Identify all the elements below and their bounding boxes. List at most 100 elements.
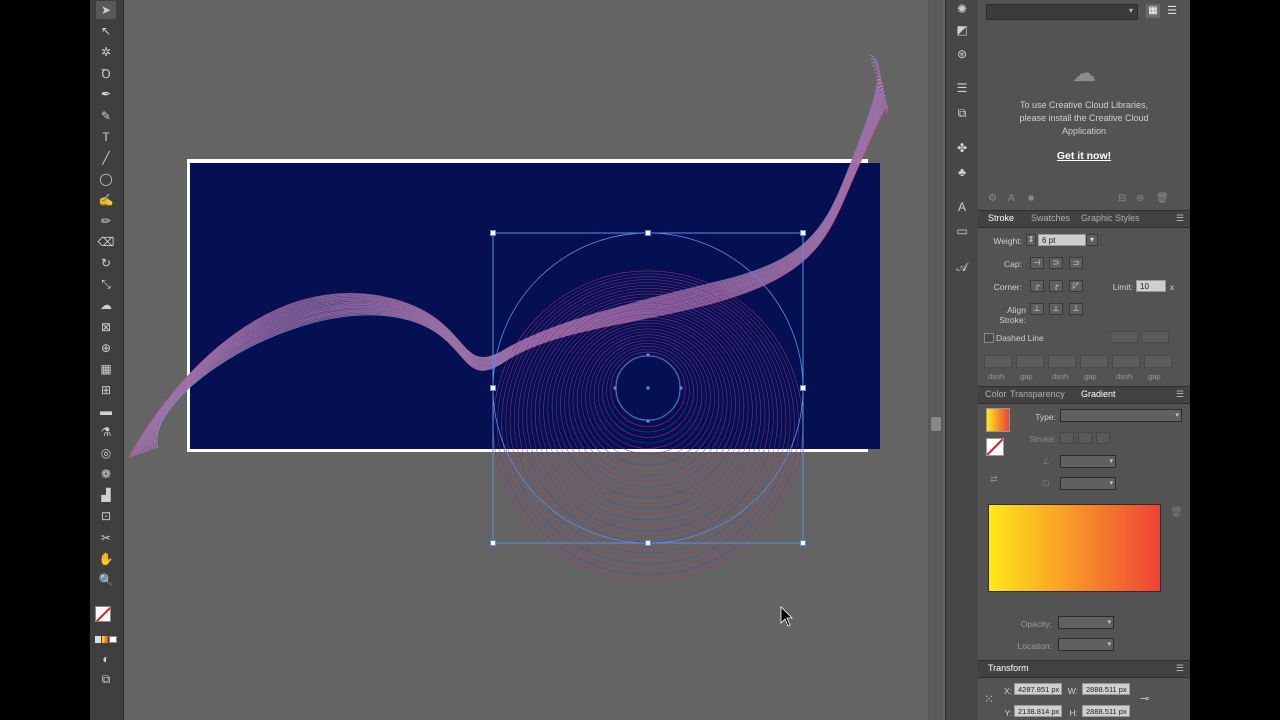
y-input[interactable]: 2138.814 px [1014, 705, 1062, 717]
type-icon[interactable]: A [953, 198, 971, 216]
warp-tool-icon[interactable]: ☁ [96, 296, 116, 314]
eyedropper-tool-icon[interactable]: ⚗ [96, 423, 116, 441]
rotate-tool-icon[interactable]: ↻ [96, 254, 116, 272]
free-transform-tool-icon[interactable]: ⊠ [96, 318, 116, 336]
location-input[interactable]: ▾ [1058, 638, 1114, 651]
shape-builder-tool-icon[interactable]: ⊕ [96, 339, 116, 357]
align-outside-button[interactable]: ⊥ [1069, 303, 1083, 315]
tab-stroke[interactable]: Stroke [988, 213, 1014, 223]
trash-icon[interactable]: 🗑 [1156, 193, 1169, 204]
zoom-tool-icon[interactable]: 🔍 [96, 571, 116, 589]
resize-handle[interactable] [800, 230, 806, 236]
resize-handle[interactable] [490, 230, 496, 236]
bevel-join-button[interactable]: ◸ [1069, 280, 1083, 292]
dash-input[interactable] [1112, 355, 1140, 368]
align-icon[interactable]: ☰ [953, 79, 971, 97]
type-tool-icon[interactable]: T [96, 128, 116, 146]
gradient-type-dropdown[interactable]: ▾ [1060, 409, 1182, 422]
column-graph-tool-icon[interactable]: ▟ [96, 486, 116, 504]
paintbrush-tool-icon[interactable]: ✍ [96, 191, 116, 209]
character-icon[interactable]: 𝒜 [953, 258, 971, 276]
slice-tool-icon[interactable]: ✂ [96, 529, 116, 547]
stroke-none-swatch[interactable] [986, 438, 1004, 456]
tab-swatches[interactable]: Swatches [1031, 213, 1070, 223]
tab-color[interactable]: Color [985, 389, 1007, 399]
tab-graphic-styles[interactable]: Graphic Styles [1081, 213, 1140, 223]
color-guide-icon[interactable]: ✺ [953, 0, 971, 18]
fill-stroke-swatch[interactable] [95, 604, 117, 626]
libraries-dropdown[interactable]: ▾ [986, 4, 1138, 20]
gradient-fill-swatch[interactable] [986, 408, 1010, 432]
butt-cap-button[interactable]: ⊣ [1030, 257, 1044, 269]
preserve-dash-button[interactable] [1110, 331, 1138, 343]
align-dash-button[interactable] [1141, 331, 1169, 343]
weight-dropdown[interactable]: ▾ [1086, 234, 1098, 246]
delete-stop-icon[interactable]: 🗑 [1170, 507, 1183, 518]
artboard-tool-icon[interactable]: ⊡ [96, 507, 116, 525]
appearance-icon[interactable]: ⊛ [953, 45, 971, 63]
round-cap-button[interactable]: ⊃ [1049, 257, 1063, 269]
opacity-input[interactable]: ▾ [1058, 616, 1114, 629]
eraser-tool-icon[interactable]: ⌫ [96, 233, 116, 251]
lasso-tool-icon[interactable]: Ꝺ [96, 64, 116, 82]
pathfinder-icon[interactable]: ⧉ [953, 104, 971, 122]
gap-input[interactable] [1016, 355, 1044, 368]
get-it-now-link[interactable]: Get it now! [1034, 150, 1134, 162]
dash-input[interactable] [984, 355, 1012, 368]
anchor-point[interactable] [646, 386, 650, 390]
gradient-panel-menu-icon[interactable]: ☰ [1176, 389, 1184, 400]
tab-gradient[interactable]: Gradient [1081, 389, 1116, 399]
tab-transform[interactable]: Transform [988, 663, 1029, 673]
mesh-tool-icon[interactable]: ⊞ [96, 381, 116, 399]
scrollbar-thumb[interactable] [931, 417, 941, 431]
anchor-point[interactable] [646, 419, 650, 423]
symbols-icon[interactable]: ♣ [953, 163, 971, 181]
line-tool-icon[interactable]: ╱ [96, 149, 116, 167]
anchor-point[interactable] [646, 353, 650, 357]
reference-point-icon[interactable]: ⁙ [984, 692, 998, 706]
resize-handle[interactable] [800, 540, 806, 546]
perspective-grid-tool-icon[interactable]: ▦ [96, 360, 116, 378]
gradient-stroke-within-button[interactable] [1060, 432, 1074, 444]
draw-mode-icon[interactable]: ◐ [96, 650, 116, 668]
anchor-point[interactable] [679, 386, 683, 390]
limit-input[interactable]: 10 [1136, 280, 1166, 292]
gradient-angle-input[interactable]: ▾ [1060, 455, 1116, 468]
gap-input[interactable] [1144, 355, 1172, 368]
blend-tool-icon[interactable]: ◎ [96, 444, 116, 462]
vertical-scrollbar[interactable] [928, 0, 943, 720]
pencil-tool-icon[interactable]: ✏ [96, 212, 116, 230]
anchor-point[interactable] [613, 386, 617, 390]
gradient-aspect-input[interactable]: ▾ [1060, 477, 1116, 490]
selection-tool-icon[interactable]: ➤ [96, 1, 116, 19]
list-view-icon[interactable]: ☰ [1165, 4, 1179, 18]
w-input[interactable]: 2888.511 px [1082, 683, 1130, 695]
resize-handle[interactable] [645, 540, 651, 546]
brushes-icon[interactable]: ✤ [953, 139, 971, 157]
projecting-cap-button[interactable]: ⊐ [1069, 257, 1083, 269]
tab-transparency[interactable]: Transparency [1010, 389, 1065, 399]
scale-tool-icon[interactable]: ⤡ [96, 275, 116, 293]
document-canvas[interactable] [124, 0, 932, 720]
direct-selection-tool-icon[interactable]: ↖ [96, 22, 116, 40]
symbol-sprayer-tool-icon[interactable]: ❁ [96, 465, 116, 483]
constrain-proportions-icon[interactable]: ⊸ [1140, 692, 1149, 705]
miter-join-button[interactable]: ┌ [1030, 280, 1044, 292]
x-input[interactable]: 4287.851 px [1014, 683, 1062, 695]
weight-input[interactable]: 6 pt [1038, 234, 1086, 246]
add-color-icon[interactable]: ■ [1028, 193, 1034, 204]
stroke-icon[interactable]: ▭ [953, 222, 971, 240]
stock-icon[interactable]: ⊟ [1118, 193, 1126, 204]
resize-handle[interactable] [490, 540, 496, 546]
resize-handle[interactable] [490, 385, 496, 391]
add-content-icon[interactable]: ⚙ [988, 193, 997, 204]
fill-box-none[interactable] [95, 606, 111, 622]
curvature-tool-icon[interactable]: ✎ [96, 107, 116, 125]
panel-menu-icon[interactable]: ☰ [1176, 213, 1184, 224]
gap-input[interactable] [1080, 355, 1108, 368]
resize-handle[interactable] [645, 230, 651, 236]
h-input[interactable]: 2888.511 px [1082, 705, 1130, 717]
gradient-panel-icon[interactable]: ◩ [953, 21, 971, 39]
magic-wand-tool-icon[interactable]: ✲ [96, 43, 116, 61]
transform-panel-menu-icon[interactable]: ☰ [1176, 663, 1184, 674]
